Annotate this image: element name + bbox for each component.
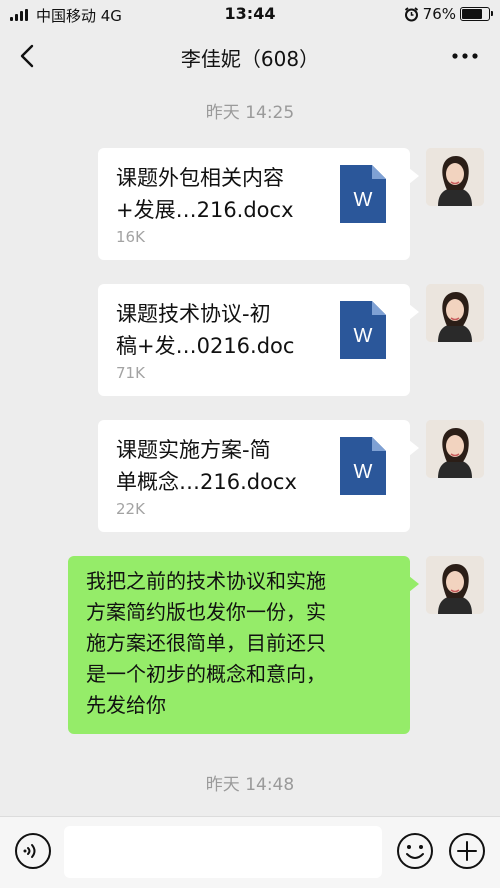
svg-text:W: W <box>354 461 373 483</box>
avatar[interactable] <box>426 284 484 342</box>
file-message[interactable]: 课题外包相关内容 +发展…216.docx 16K W <box>98 148 419 260</box>
svg-text:W: W <box>354 189 373 211</box>
word-document-icon: W <box>340 301 386 359</box>
file-name: 课题实施方案-简 单概念…216.docx <box>116 438 297 494</box>
avatar[interactable] <box>426 556 484 614</box>
file-message[interactable]: 课题实施方案-简 单概念…216.docx 22K W <box>98 420 419 532</box>
message-timestamp: 昨天 14:48 <box>205 775 295 795</box>
emoji-icon[interactable] <box>396 832 434 870</box>
message-text: 我把之前的技术协议和实施 方案简约版也发你一份，实 施方案还很简单，目前还只 是… <box>86 569 326 717</box>
battery-icon <box>460 7 493 21</box>
file-name: 课题外包相关内容 +发展…216.docx <box>116 166 294 222</box>
svg-text:W: W <box>354 325 373 347</box>
file-size: 71K <box>116 364 145 382</box>
chat-header: 李佳妮（608） <box>0 30 500 82</box>
avatar-image <box>426 148 484 206</box>
word-document-icon: W <box>340 165 386 223</box>
plus-icon[interactable] <box>448 832 486 870</box>
more-options-button[interactable] <box>448 42 482 70</box>
avatar-image <box>426 556 484 614</box>
status-bar: 中国移动 4G 13:44 76% <box>0 0 500 30</box>
avatar-image <box>426 284 484 342</box>
text-message[interactable]: 我把之前的技术协议和实施 方案简约版也发你一份，实 施方案还很简单，目前还只 是… <box>68 556 419 734</box>
avatar-image <box>426 420 484 478</box>
input-bar <box>0 816 500 888</box>
file-name: 课题技术协议-初 稿+发…0216.doc <box>116 302 295 358</box>
avatar[interactable] <box>426 148 484 206</box>
file-message[interactable]: 课题技术协议-初 稿+发…0216.doc 71K W <box>98 284 419 396</box>
status-indicators: 76% <box>404 5 493 23</box>
avatar[interactable] <box>426 420 484 478</box>
file-size: 22K <box>116 500 145 518</box>
battery-percent: 76% <box>422 5 456 23</box>
message-input[interactable] <box>64 826 382 878</box>
alarm-icon <box>404 6 418 21</box>
message-timestamp: 昨天 14:25 <box>205 103 295 123</box>
chat-title: 李佳妮（608） <box>180 47 320 71</box>
file-size: 16K <box>116 228 145 246</box>
voice-icon[interactable] <box>14 832 52 870</box>
word-document-icon: W <box>340 437 386 495</box>
